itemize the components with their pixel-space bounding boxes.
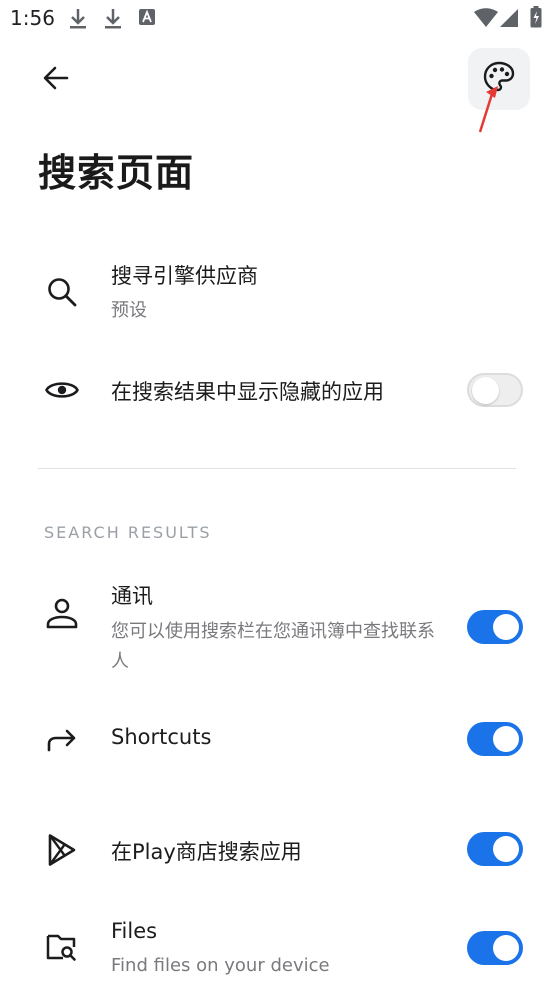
search-engine-value: 预设 [111,300,147,321]
shortcuts-result-setting[interactable]: Shortcuts [0,710,554,770]
status-bar: 1:56 [0,0,554,38]
toggle-knob [493,935,519,961]
shortcuts-title: Shortcuts [111,725,212,749]
download-icon [103,7,123,35]
play-store-toggle[interactable] [467,832,523,866]
download-icon [68,7,88,35]
toggle-knob [472,377,499,404]
screen: 1:56 搜索页面 搜寻引擎供应商 预设 在搜索结果中显示隐藏的应用 SEARC… [0,0,554,984]
toggle-knob [493,836,519,862]
show-hidden-apps-title: 在搜索结果中显示隐藏的应用 [111,380,384,404]
files-toggle[interactable] [467,931,523,965]
play-store-icon [42,830,82,870]
annotation-arrow-icon [470,80,504,138]
section-header-search-results: SEARCH RESULTS [44,523,212,542]
contacts-subtitle: 您可以使用搜索栏在您通讯簿中查找联系人 [111,621,435,672]
contacts-title: 通讯 [111,584,153,608]
font-a-icon [139,9,155,29]
status-time: 1:56 [10,6,55,30]
toggle-knob [493,614,519,640]
search-icon [42,272,82,312]
page-title: 搜索页面 [38,151,195,195]
play-store-result-setting[interactable]: 在Play商店搜索应用 [0,820,554,880]
eye-icon [42,370,82,410]
shortcuts-toggle[interactable] [467,722,523,756]
signal-icon [500,8,520,32]
files-result-setting[interactable]: Files Find files on your device [0,915,554,984]
contacts-toggle[interactable] [467,610,523,644]
toggle-knob [493,726,519,752]
wifi-icon [474,8,498,32]
share-arrow-icon [42,720,82,760]
play-store-title: 在Play商店搜索应用 [111,840,302,864]
battery-icon [530,6,542,32]
files-subtitle: Find files on your device [111,955,330,976]
search-engine-setting[interactable]: 搜寻引擎供应商 预设 [0,250,554,340]
search-engine-title: 搜寻引擎供应商 [111,264,258,288]
contacts-result-setting[interactable]: 通讯 您可以使用搜索栏在您通讯簿中查找联系人 [0,575,554,685]
show-hidden-apps-toggle[interactable] [467,373,523,407]
divider [38,468,516,469]
files-title: Files [111,919,158,943]
show-hidden-apps-setting[interactable]: 在搜索结果中显示隐藏的应用 [0,360,554,420]
person-icon [42,593,82,633]
back-button[interactable] [34,58,78,102]
folder-search-icon [42,927,82,967]
arrow-left-icon [42,64,70,96]
